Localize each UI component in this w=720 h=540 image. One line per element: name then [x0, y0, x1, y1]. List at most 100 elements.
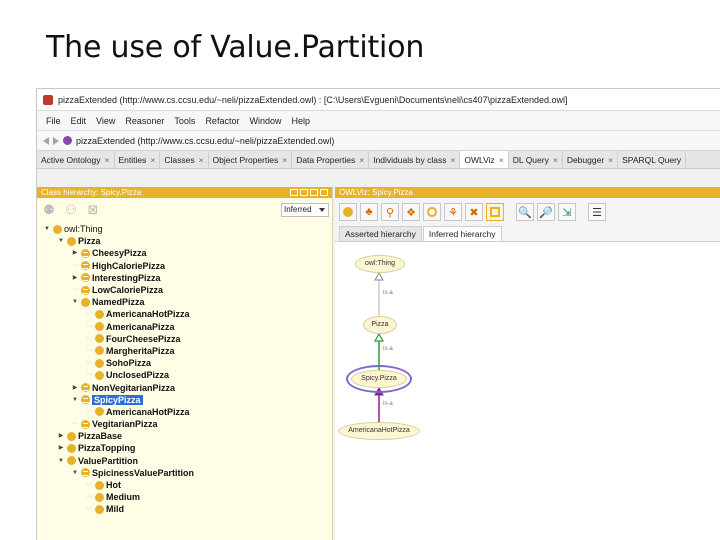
menu-help[interactable]: Help [286, 116, 315, 126]
show-all-icon[interactable]: ❖ [402, 203, 420, 221]
add-sibling-icon[interactable]: ⚇ [63, 202, 79, 218]
pin-icon[interactable] [290, 189, 298, 196]
tab-sparql-query[interactable]: SPARQL Query [618, 151, 687, 168]
tree-node-label: MargheritaPizza [106, 345, 175, 356]
close-view-icon[interactable] [320, 189, 328, 196]
layout-icon[interactable] [486, 203, 504, 221]
tab-individuals-by-class[interactable]: Individuals by class × [369, 151, 461, 168]
tree-node-highcaloriepizza[interactable]: ⋯ HighCaloriePizza [37, 260, 333, 272]
close-icon[interactable]: × [499, 155, 504, 165]
menu-reasoner[interactable]: Reasoner [120, 116, 169, 126]
menu-view[interactable]: View [91, 116, 120, 126]
tab-active-ontology[interactable]: Active Ontology × [37, 151, 115, 168]
tree-node-nonvegitarianpizza[interactable]: ▶ NonVegitarianPizza [37, 381, 333, 393]
graph-node-owl-thing[interactable]: owl:Thing [355, 255, 405, 273]
close-icon[interactable]: × [199, 155, 204, 165]
expand-triangle-icon[interactable]: ▶ [57, 430, 65, 442]
expand-triangle-icon[interactable]: ▶ [71, 272, 79, 284]
menu-edit[interactable]: Edit [66, 116, 92, 126]
options-icon[interactable]: ☰ [588, 203, 606, 221]
tree-node-unclosedpizza[interactable]: ⋯ UnclosedPizza [37, 369, 333, 381]
export-image-icon[interactable]: ⇲ [558, 203, 576, 221]
zoom-in-icon[interactable]: 🔍 [516, 203, 534, 221]
tab-inferred-hierarchy[interactable]: Inferred hierarchy [422, 226, 502, 241]
expand-triangle-icon[interactable]: ▶ [57, 442, 65, 454]
pin-icon[interactable] [300, 189, 308, 196]
tree-node-americanapizza[interactable]: ⋯ AmericanaPizza [37, 321, 333, 333]
tree-node-valuepartition[interactable]: ▼ ValuePartition [37, 455, 333, 467]
tab-dl-query[interactable]: DL Query × [509, 151, 563, 168]
collapse-triangle-icon[interactable]: ▼ [57, 455, 65, 467]
menu-tools[interactable]: Tools [169, 116, 200, 126]
zoom-out-icon[interactable]: 🔎 [537, 203, 555, 221]
tab-label: SPARQL Query [622, 154, 682, 165]
back-arrow-icon[interactable] [43, 136, 49, 145]
tab-asserted-hierarchy[interactable]: Asserted hierarchy [339, 226, 422, 241]
tree-node-pizzatopping[interactable]: ▶ PizzaTopping [37, 442, 333, 454]
tab-owlviz[interactable]: OWLViz × [460, 151, 509, 168]
expand-triangle-icon[interactable]: ▶ [71, 382, 79, 394]
tab-debugger[interactable]: Debugger × [563, 151, 619, 168]
tree-node-spicypizza[interactable]: ▼ SpicyPizza [37, 394, 333, 406]
tree-node-americanahotpizza[interactable]: ⋯ AmericanaHotPizza [37, 308, 333, 320]
tree-node-interestingpizza[interactable]: ▶ InterestingPizza [37, 272, 333, 284]
expand-triangle-icon[interactable]: ▶ [71, 247, 79, 259]
collapse-triangle-icon[interactable]: ▼ [57, 235, 65, 247]
tree-node-hot[interactable]: ⋯ Hot [37, 479, 333, 491]
menu-window[interactable]: Window [244, 116, 286, 126]
show-superclasses-icon[interactable]: ⚲ [381, 203, 399, 221]
tree-node-label: SpicinessValuePartition [92, 467, 195, 478]
class-hierarchy-header: Class hierarchy: Spicy.Pizza [37, 187, 332, 198]
collapse-triangle-icon[interactable]: ▼ [71, 467, 79, 479]
owlviz-pane: OWLViz: Spicy.Pizza ♣ ⚲ ❖ ⚘ ✖ 🔍 🔎 ⇲ ☰ As… [335, 187, 720, 540]
add-subclass-icon[interactable]: ⚉ [41, 202, 57, 218]
tree-node-margheritapizza[interactable]: ⋯ MargheritaPizza [37, 345, 333, 357]
hide-class-icon[interactable] [423, 203, 441, 221]
graph-node-americanahotpizza[interactable]: AmericanaHotPizza [338, 422, 420, 440]
tree-node-owl-thing[interactable]: ▼ owl:Thing [37, 223, 333, 235]
tree-node-pizza[interactable]: ▼ Pizza [37, 235, 333, 247]
maximize-icon[interactable] [310, 189, 318, 196]
tree-node-cheesypizza[interactable]: ▶ CheesyPizza [37, 247, 333, 259]
hide-subclasses-icon[interactable]: ⚘ [444, 203, 462, 221]
tree-node-americanahotpizza-inferred[interactable]: ⋯ AmericanaHotPizza [37, 406, 333, 418]
graph-node-pizza[interactable]: Pizza [363, 316, 397, 334]
tree-node-sohopizza[interactable]: ⋯ SohoPizza [37, 357, 333, 369]
ontology-iri[interactable]: pizzaExtended (http://www.cs.ccsu.edu/~n… [76, 136, 334, 146]
tree-node-fourcheesepizza[interactable]: ⋯ FourCheesePizza [37, 333, 333, 345]
tree-node-vegitarianpizza[interactable]: ⋯ VegitarianPizza [37, 418, 333, 430]
tree-node-spicinessvaluepartition[interactable]: ▼ SpicinessValuePartition [37, 467, 333, 479]
menu-file[interactable]: File [41, 116, 66, 126]
menu-refactor[interactable]: Refactor [200, 116, 244, 126]
close-icon[interactable]: × [450, 155, 455, 165]
tree-node-medium[interactable]: ⋯ Medium [37, 491, 333, 503]
tab-entities[interactable]: Entities × [115, 151, 161, 168]
close-icon[interactable]: × [105, 155, 110, 165]
tree-node-label: SpicyPizza [92, 394, 143, 405]
show-class-icon[interactable] [339, 203, 357, 221]
delete-class-icon[interactable]: ⊠ [85, 202, 101, 218]
collapse-triangle-icon[interactable]: ▼ [71, 394, 79, 406]
tab-classes[interactable]: Classes × [160, 151, 209, 168]
forward-arrow-icon[interactable] [53, 136, 59, 145]
tree-node-namedpizza[interactable]: ▼ NamedPizza [37, 296, 333, 308]
close-icon[interactable]: × [282, 155, 287, 165]
collapse-triangle-icon[interactable]: ▼ [71, 296, 79, 308]
hide-all-icon[interactable]: ✖ [465, 203, 483, 221]
close-icon[interactable]: × [608, 155, 613, 165]
close-icon[interactable]: × [359, 155, 364, 165]
tab-object-properties[interactable]: Object Properties × [209, 151, 293, 168]
tree-node-mild[interactable]: ⋯ Mild [37, 503, 333, 515]
collapse-triangle-icon[interactable]: ▼ [43, 223, 51, 235]
show-subclasses-icon[interactable]: ♣ [360, 203, 378, 221]
tab-data-properties[interactable]: Data Properties × [292, 151, 370, 168]
tab-label: Debugger [566, 154, 605, 165]
graph-node-spicy-pizza[interactable]: Spicy.Pizza [346, 365, 412, 393]
tree-node-pizzabase[interactable]: ▶ PizzaBase [37, 430, 333, 442]
tab-label: Entities [118, 154, 147, 165]
reasoner-mode-select[interactable]: Inferred [281, 203, 329, 217]
tree-node-lowcaloriepizza[interactable]: ⋯ LowCaloriePizza [37, 284, 333, 296]
tree-node-label: Pizza [78, 236, 101, 247]
close-icon[interactable]: × [150, 155, 155, 165]
close-icon[interactable]: × [553, 155, 558, 165]
